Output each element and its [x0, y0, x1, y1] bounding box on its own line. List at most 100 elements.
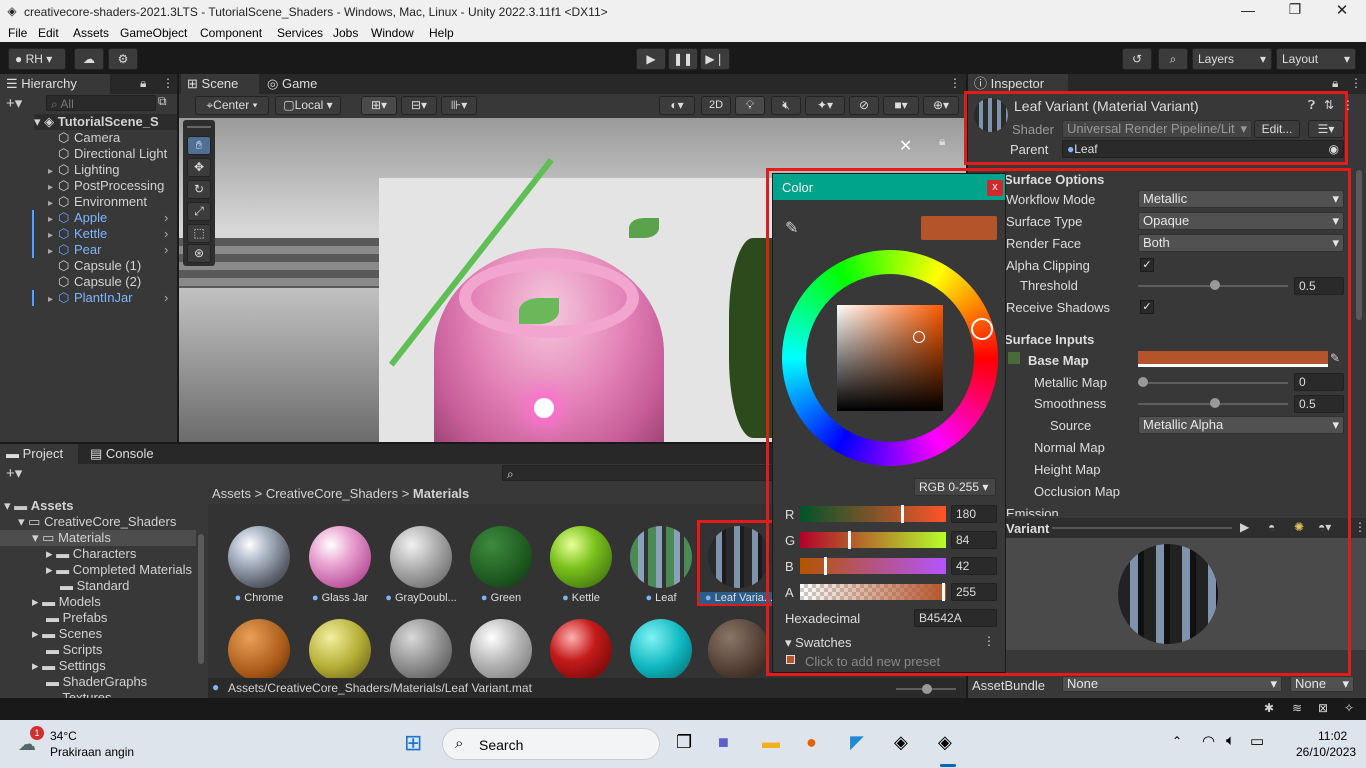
tree-item-creativecore[interactable]: ▾ ▭ CreativeCore_Shaders [18, 514, 176, 530]
weather-desc[interactable]: Prakiraan angin [50, 745, 134, 759]
saturation-value-square[interactable] [837, 305, 943, 411]
preset-swatch[interactable] [786, 655, 795, 664]
debug-icon[interactable]: ✱ [1264, 701, 1274, 715]
workflow-mode-dropdown[interactable]: Metallic ▾ [1138, 190, 1344, 208]
maximize-icon[interactable]: ❐ [1285, 1, 1305, 18]
battery-icon[interactable]: ▭ [1250, 732, 1264, 750]
r-slider-handle[interactable] [901, 505, 904, 523]
collapsed-arrow-icon[interactable]: ▸ [48, 292, 58, 308]
hierarchy-item[interactable]: ▸ ⬡ Environment [48, 194, 177, 210]
move-tool[interactable]: ✥ [187, 158, 211, 177]
hierarchy-item[interactable]: ▸ ⬡ PlantInJar › [32, 290, 177, 308]
material-thumb-graydouble[interactable] [390, 526, 452, 588]
prefab-open-icon[interactable]: › [164, 210, 168, 226]
asset-label[interactable]: ● GrayDoubl... [381, 592, 461, 604]
material-thumb[interactable] [550, 619, 612, 678]
asset-label[interactable]: ● Chrome [219, 592, 299, 604]
clock-time[interactable]: 11:02 [1318, 729, 1347, 743]
tree-item-characters[interactable]: ▸ ▬ Characters [46, 546, 136, 562]
b-slider-handle[interactable] [824, 557, 827, 575]
hex-field[interactable]: B4542A [914, 609, 997, 627]
more-icon[interactable]: ⋮ [1342, 98, 1354, 112]
hierarchy-item[interactable]: ▸ ⬡ Kettle › [32, 226, 177, 242]
tree-item-scenes[interactable]: ▸ ▬ Scenes [32, 626, 102, 642]
metallic-knob[interactable] [1138, 377, 1148, 387]
menu-gameobject[interactable]: GameObject [120, 26, 187, 40]
asset-label[interactable]: ● Kettle [541, 592, 621, 604]
account-button[interactable]: ● RH ▾ [8, 48, 66, 70]
effects-dropdown[interactable]: ✦▾ [805, 96, 845, 115]
assetbundle-variant-dropdown[interactable]: None ▾ [1290, 676, 1354, 692]
material-thumb[interactable] [470, 619, 532, 678]
render-face-dropdown[interactable]: Both ▾ [1138, 234, 1344, 252]
grid-snap-button[interactable]: ⊞▾ [361, 96, 397, 115]
r-field[interactable]: 180 [951, 505, 997, 523]
eyedropper-icon[interactable]: ✎ [1330, 351, 1340, 365]
transform-tool[interactable]: ⊛ [187, 244, 211, 263]
hierarchy-item[interactable]: ⬡ Camera [48, 130, 177, 146]
project-search-input[interactable]: ⌕ [502, 465, 802, 481]
tree-item-textures[interactable]: ▬ Textures [46, 690, 112, 698]
lock-icon[interactable]: 🔒︎ [939, 134, 945, 149]
prefab-open-icon[interactable]: › [164, 226, 168, 242]
menu-file[interactable]: File [8, 26, 27, 40]
sv-cursor[interactable] [913, 331, 925, 343]
gizmos-dropdown[interactable]: ⊕▾ [923, 96, 959, 115]
search-button[interactable]: ⌕ [1158, 48, 1188, 70]
r-slider[interactable] [800, 506, 946, 522]
hierarchy-item[interactable]: ⬡ Capsule (1) [48, 258, 177, 274]
hierarchy-item[interactable]: ▸ ⬡ Lighting [48, 162, 177, 178]
inspector-scrollbar[interactable] [1356, 170, 1362, 320]
tree-item-completed[interactable]: ▸ ▬ Completed Materials [46, 562, 192, 578]
audio-toggle[interactable]: 🔇︎ [771, 96, 801, 115]
tree-item-shadergraphs[interactable]: ▬ ShaderGraphs [46, 674, 147, 690]
rect-tool[interactable]: ⬚ [187, 224, 211, 243]
2d-toggle[interactable]: 2D [701, 96, 731, 115]
pause-button[interactable]: ❚❚ [668, 48, 698, 70]
tree-item-settings[interactable]: ▸ ▬ Settings [32, 658, 106, 674]
material-thumb-glassjar[interactable] [309, 526, 371, 588]
asset-label[interactable]: ● Leaf [621, 592, 701, 604]
tab-project[interactable]: ▬ Project [0, 444, 78, 464]
tree-item-assets[interactable]: ▾ ▬ Assets [4, 498, 73, 514]
material-thumb[interactable] [708, 619, 770, 678]
hue-cursor[interactable] [971, 318, 993, 340]
lock-icon[interactable]: 🔒︎ [140, 76, 146, 91]
prefab-open-icon[interactable]: › [164, 290, 168, 306]
task-view-icon[interactable]: ❐ [676, 732, 692, 753]
edit-shader-button[interactable]: Edit... [1254, 120, 1300, 138]
metallic-field[interactable]: 0 [1294, 373, 1344, 391]
rotate-tool[interactable]: ↻ [187, 180, 211, 199]
tree-item-models[interactable]: ▸ ▬ Models [32, 594, 101, 610]
teams-icon[interactable]: ■ [718, 732, 729, 753]
eyedropper-icon[interactable]: ✎ [785, 218, 798, 238]
smoothness-knob[interactable] [1210, 398, 1220, 408]
receive-shadows-checkbox[interactable]: ✓ [1140, 300, 1154, 314]
help-icon[interactable]: ❓︎ [1308, 98, 1315, 113]
more-icon[interactable]: ⋮ [162, 76, 174, 90]
a-slider[interactable] [800, 584, 946, 600]
asset-label[interactable]: ● Green [461, 592, 541, 604]
stack-icon[interactable]: ≋ [1292, 701, 1302, 715]
volume-icon[interactable]: 🔈︎ [1226, 732, 1235, 749]
tree-scrollbar[interactable] [198, 534, 204, 664]
collab-button[interactable]: ⚙ [108, 48, 138, 70]
menu-assets[interactable]: Assets [73, 26, 109, 40]
play-icon[interactable]: ▶ [1240, 520, 1249, 534]
parent-field[interactable]: ●Leaf ◉ [1062, 140, 1344, 158]
surface-options-header[interactable]: Surface Options [1004, 172, 1104, 187]
sphere-icon[interactable]: ◓ [1268, 520, 1275, 534]
hierarchy-item[interactable]: ▸ ⬡ Apple › [32, 210, 177, 226]
tray-chevron-icon[interactable]: ⌃ [1172, 734, 1182, 748]
breadcrumb-item[interactable]: CreativeCore_Shaders [266, 486, 398, 501]
cloud-button[interactable]: ☁ [74, 48, 104, 70]
file-explorer-icon[interactable]: ▬ [762, 732, 780, 753]
more-icon[interactable]: ⋮ [983, 634, 995, 648]
g-slider[interactable] [800, 532, 946, 548]
menu-services[interactable]: Services [277, 26, 323, 40]
asset-label[interactable]: ● Glass Jar [300, 592, 380, 604]
space-dropdown[interactable]: ▢Local ▾ [275, 96, 341, 115]
close-button[interactable]: x [987, 180, 1003, 196]
more-icon[interactable]: ⋮ [1350, 76, 1362, 90]
menu-edit[interactable]: Edit [38, 26, 59, 40]
